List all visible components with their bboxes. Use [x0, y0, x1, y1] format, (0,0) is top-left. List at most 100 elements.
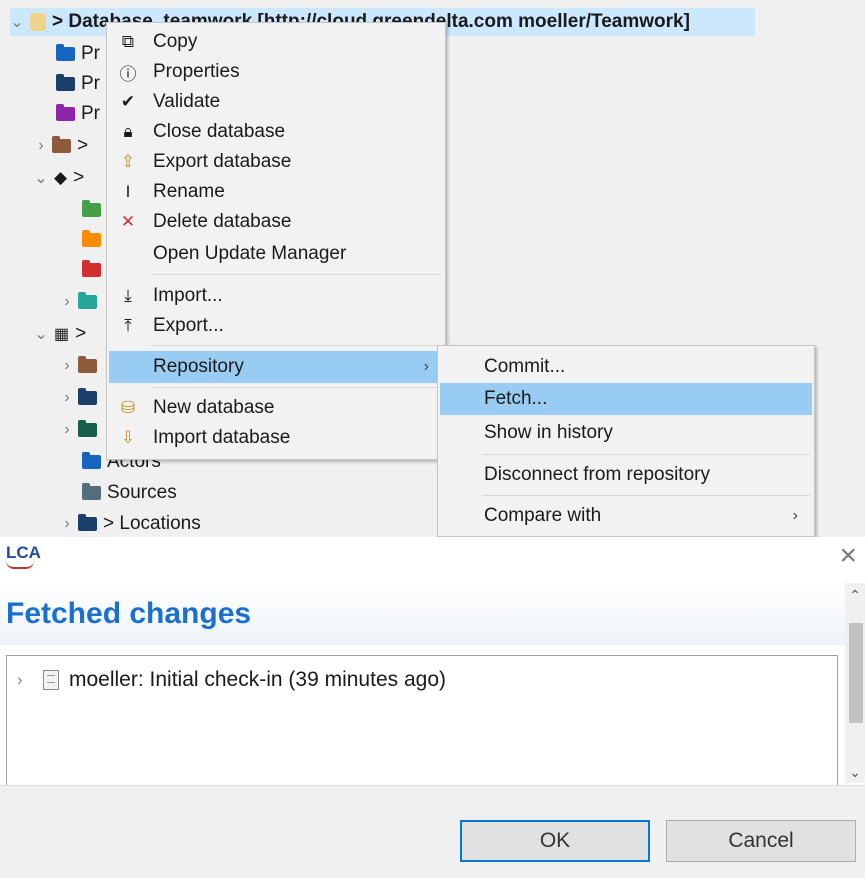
- tree-item-label: Pr: [81, 43, 100, 64]
- folder-icon: [82, 483, 101, 500]
- import-database-icon: ⇩: [120, 428, 136, 447]
- folder-icon: [52, 136, 71, 153]
- submenu-item-fetch[interactable]: Fetch...: [440, 383, 812, 415]
- folder-icon: [78, 388, 97, 405]
- menu-item-label: Export database: [153, 151, 292, 172]
- submenu-item-compare-with[interactable]: Compare with ›: [440, 501, 812, 531]
- tree-item-green[interactable]: [78, 196, 107, 224]
- menu-item-export-database[interactable]: ⇪ Export database: [109, 147, 443, 177]
- folder-icon: [78, 292, 97, 309]
- tree-item-label: Pr: [81, 73, 100, 94]
- close-icon[interactable]: ×: [839, 541, 857, 571]
- menu-item-label: Import database: [153, 427, 291, 448]
- commit-document-icon: [43, 670, 59, 690]
- grid-icon: ▦: [54, 326, 70, 343]
- menu-item-validate[interactable]: ✔ Validate: [109, 87, 443, 117]
- menu-item-copy[interactable]: ⧉ Copy: [109, 27, 443, 57]
- database-icon: [30, 13, 46, 31]
- scroll-up-icon[interactable]: ⌃: [845, 587, 865, 604]
- menu-item-export[interactable]: ⤒ Export...: [109, 311, 443, 341]
- tree-item-teal[interactable]: ›: [60, 288, 103, 316]
- menu-separator: [151, 345, 441, 346]
- chevron-right-icon[interactable]: ›: [60, 515, 74, 533]
- menu-item-properties[interactable]: ⓘ Properties: [109, 57, 443, 87]
- menu-item-rename[interactable]: I Rename: [109, 177, 443, 207]
- cancel-button[interactable]: Cancel: [666, 820, 856, 862]
- tree-item-sources[interactable]: Sources: [78, 479, 177, 507]
- changes-list: › moeller: Initial check-in (39 minutes …: [6, 655, 838, 787]
- check-circle-icon: ✔: [120, 92, 136, 111]
- tree-item-group-2[interactable]: ⌄ ◆ >: [34, 164, 84, 192]
- tree-item-locations[interactable]: › > Locations: [60, 510, 201, 537]
- commit-entry-label: moeller: Initial check-in (39 minutes ag…: [69, 668, 446, 691]
- menu-item-close-database[interactable]: 🔒︎ Close database: [109, 117, 443, 147]
- chevron-right-icon[interactable]: ›: [17, 670, 35, 690]
- submenu-item-show-in-history[interactable]: Show in history: [440, 418, 812, 448]
- fetched-changes-dialog: LCA × Fetched changes › moeller: Initial…: [0, 537, 865, 878]
- list-item[interactable]: › moeller: Initial check-in (39 minutes …: [17, 668, 446, 692]
- tree-item-project-1[interactable]: Pr: [52, 40, 100, 68]
- menu-item-import-database[interactable]: ⇩ Import database: [109, 423, 443, 453]
- repository-submenu: Commit... Fetch... Show in history Disco…: [437, 345, 815, 537]
- chevron-down-icon[interactable]: ⌄: [34, 168, 48, 188]
- chevron-down-icon[interactable]: ⌄: [10, 12, 24, 32]
- scrollbar-thumb[interactable]: [849, 623, 863, 723]
- folder-icon: [78, 356, 97, 373]
- menu-item-label: Repository: [153, 356, 244, 377]
- chevron-right-icon[interactable]: ›: [60, 293, 74, 311]
- tree-item-label: >: [73, 167, 85, 188]
- menu-item-new-database[interactable]: ⛁ New database: [109, 393, 443, 423]
- tree-item-label: Sources: [107, 482, 177, 503]
- dialog-title: Fetched changes: [6, 597, 252, 630]
- chevron-right-icon[interactable]: ›: [60, 357, 74, 375]
- tree-item-dark-1[interactable]: ›: [60, 384, 103, 412]
- new-database-icon: ⛁: [120, 398, 136, 417]
- tree-item-label: >: [75, 323, 87, 344]
- chevron-down-icon[interactable]: ⌄: [34, 324, 48, 344]
- delete-icon: ✕: [120, 212, 136, 231]
- menu-separator: [482, 495, 810, 496]
- tree-item-group-3[interactable]: ⌄ ▦ >: [34, 320, 86, 348]
- menu-item-repository[interactable]: Repository ›: [109, 351, 443, 383]
- menu-item-label: New database: [153, 397, 275, 418]
- info-icon: ⓘ: [119, 64, 137, 84]
- menu-item-delete-database[interactable]: ✕ Delete database: [109, 207, 443, 237]
- menu-item-label: Copy: [153, 31, 198, 52]
- folder-icon: [56, 44, 75, 61]
- ok-button[interactable]: OK: [460, 820, 650, 862]
- navigation-tree: ⌄ > Database_teamwork [http://cloud.gree…: [0, 0, 865, 537]
- lock-icon: 🔒︎: [123, 122, 133, 141]
- vertical-scrollbar[interactable]: ⌃ ⌄: [845, 583, 865, 783]
- submenu-item-label: Disconnect from repository: [484, 464, 710, 485]
- folder-icon: [56, 104, 75, 121]
- tree-item-group-1[interactable]: › >: [34, 132, 88, 160]
- chevron-right-icon[interactable]: ›: [60, 389, 74, 407]
- menu-separator: [482, 454, 810, 455]
- menu-item-label: Export...: [153, 315, 224, 336]
- submenu-item-label: Show in history: [484, 422, 613, 443]
- chevron-right-icon[interactable]: ›: [34, 137, 48, 155]
- tree-item-brown[interactable]: ›: [60, 352, 103, 380]
- tree-item-red[interactable]: [78, 256, 107, 284]
- shapes-icon: ◆: [54, 168, 68, 187]
- folder-icon: [78, 420, 97, 437]
- folder-icon: [82, 230, 101, 247]
- chevron-right-icon: ›: [423, 358, 429, 375]
- tree-item-dark-2[interactable]: ›: [60, 416, 103, 444]
- submenu-item-label: Fetch...: [484, 388, 548, 409]
- tree-item-project-2[interactable]: Pr: [52, 70, 100, 98]
- menu-item-import[interactable]: ⤓ Import...: [109, 281, 443, 311]
- submenu-item-disconnect[interactable]: Disconnect from repository: [440, 460, 812, 490]
- tree-item-project-3[interactable]: Pr: [52, 100, 100, 128]
- scroll-down-icon[interactable]: ⌄: [845, 764, 865, 781]
- context-menu: ⧉ Copy ⓘ Properties ✔ Validate 🔒︎ Close …: [106, 22, 446, 460]
- chevron-right-icon[interactable]: ›: [60, 421, 74, 439]
- menu-item-open-update-manager[interactable]: Open Update Manager: [109, 239, 443, 269]
- logo-text: LCA: [6, 543, 41, 562]
- logo-swoosh-icon: [6, 561, 34, 569]
- tree-item-orange[interactable]: [78, 226, 107, 254]
- submenu-item-commit[interactable]: Commit...: [440, 352, 812, 382]
- app-logo: LCA: [6, 543, 41, 569]
- submenu-item-label: Compare with: [484, 505, 602, 526]
- tree-item-label: > Locations: [103, 513, 201, 534]
